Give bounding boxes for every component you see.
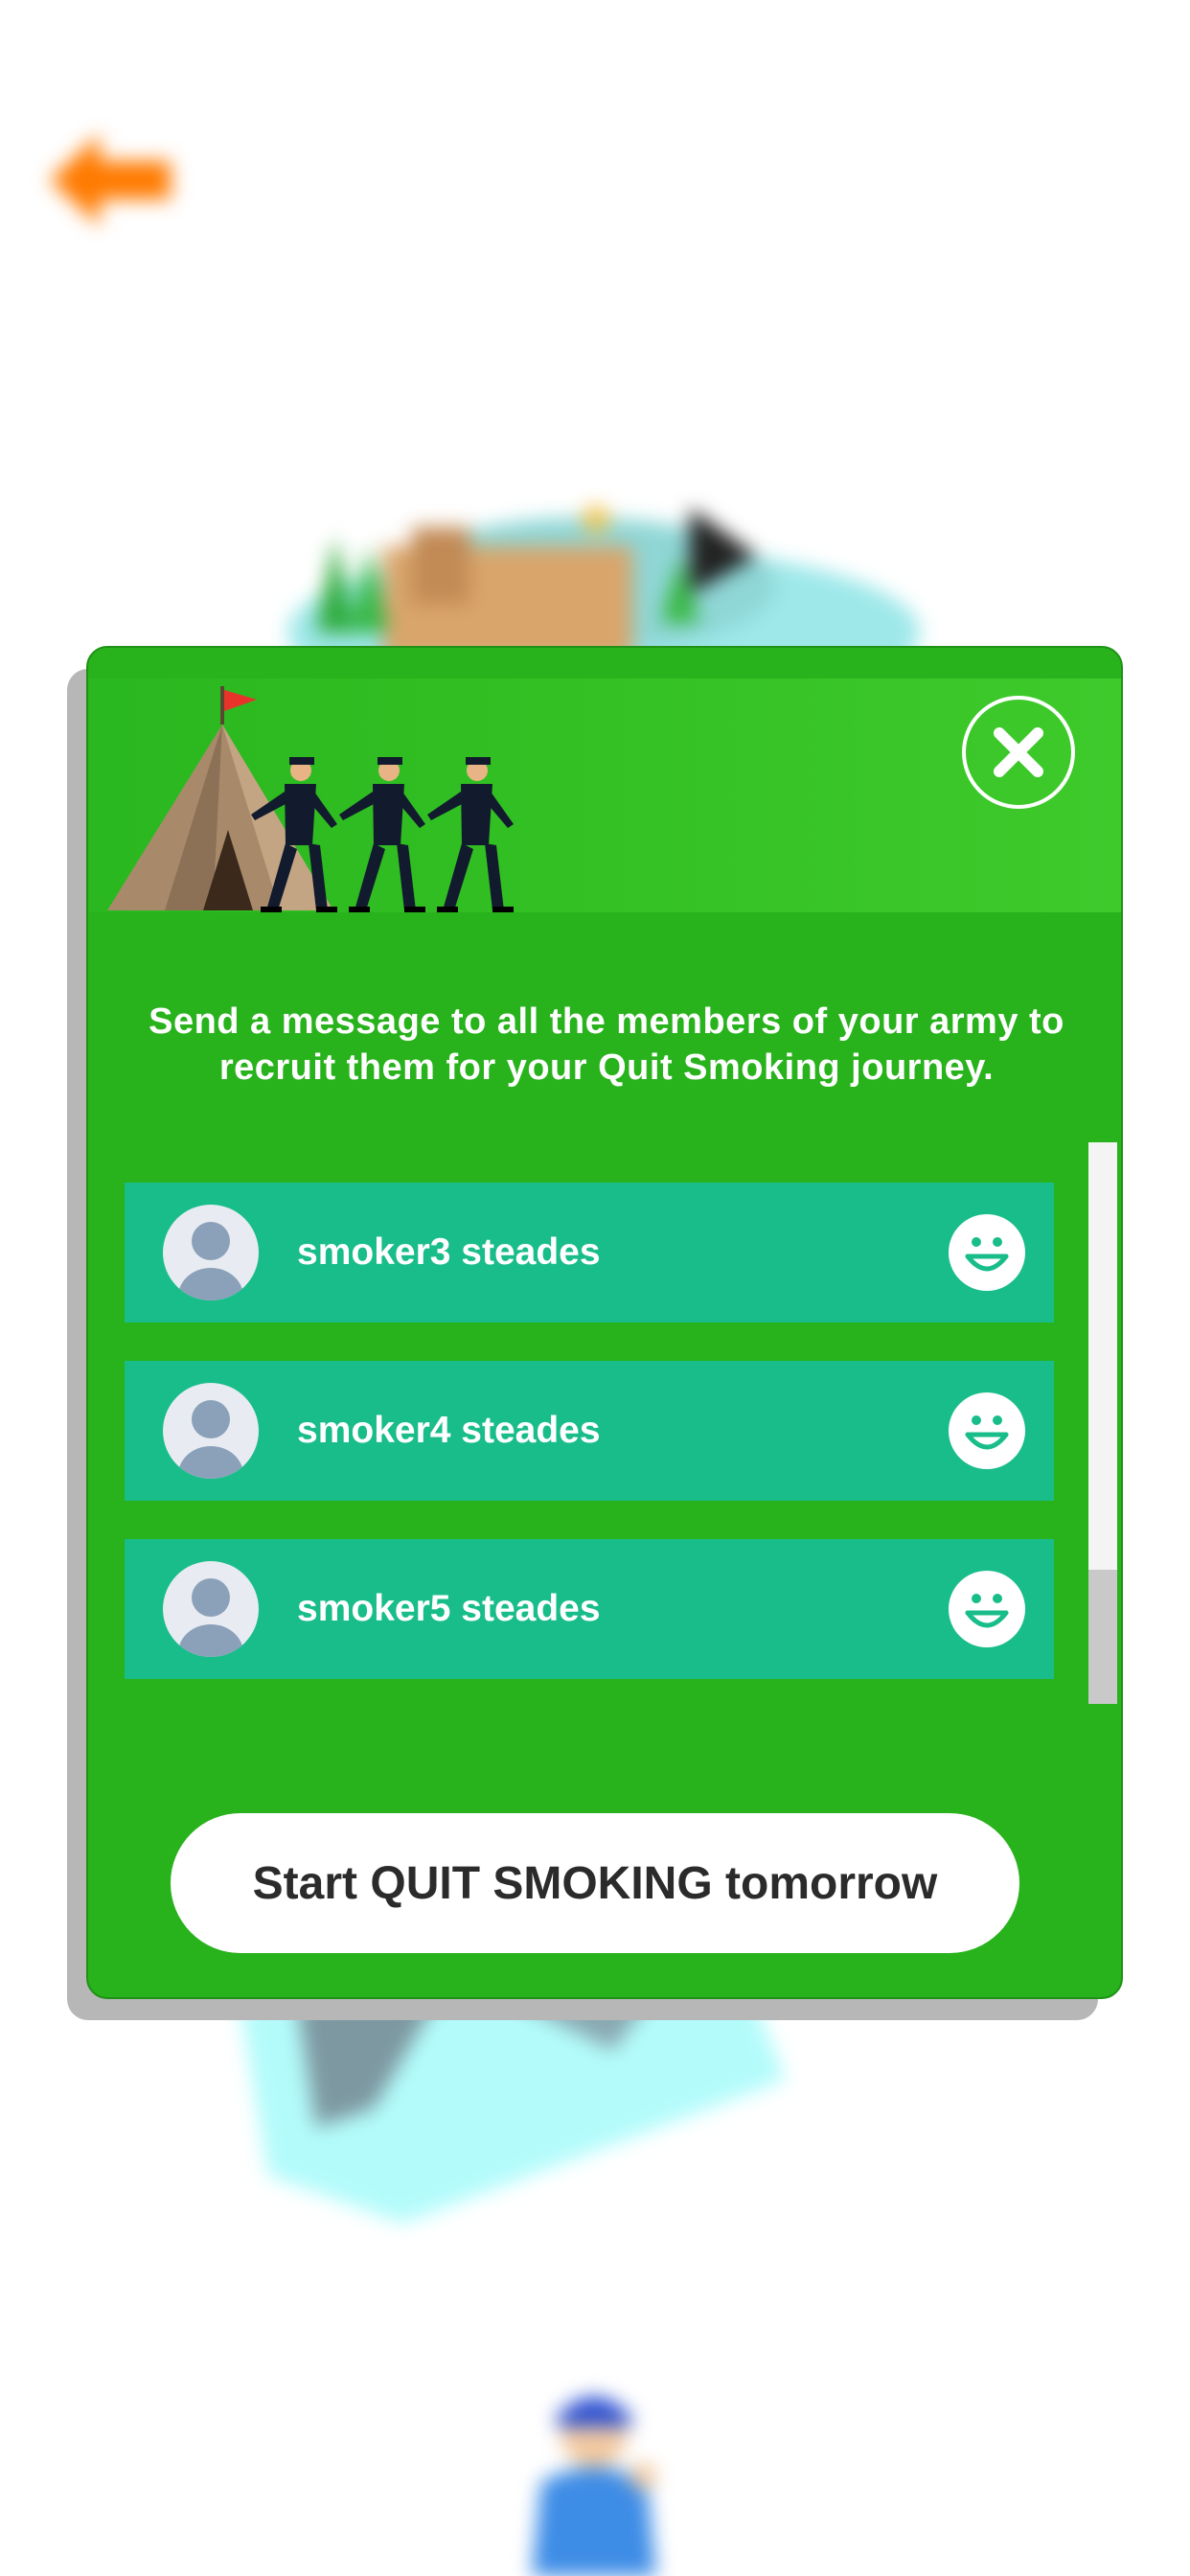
recruit-message: Send a message to all the members of you… [149,1001,1064,1088]
smiley-icon[interactable] [949,1571,1025,1647]
back-arrow-icon[interactable] [50,134,171,226]
close-icon [994,727,1043,777]
member-row[interactable]: smoker5 steades [125,1539,1054,1679]
scrollbar-thumb[interactable] [1088,1570,1117,1704]
recruit-army-dialog: Send a message to all the members of you… [86,646,1123,1999]
character-illustration [532,2397,656,2576]
member-row[interactable]: smoker4 steades [125,1361,1054,1501]
user-avatar-icon [163,1561,259,1657]
member-name: smoker5 steades [297,1588,601,1629]
member-list: smoker3 steades smoker4 steades smoker5 … [125,1183,1054,1717]
page: Send a message to all the members of you… [0,0,1190,2576]
member-name: smoker4 steades [297,1410,601,1451]
army-tent-illustration [107,686,514,912]
user-avatar-icon [163,1205,259,1300]
start-quit-smoking-button[interactable]: Start QUIT SMOKING tomorrow [171,1813,1019,1953]
close-button[interactable] [962,696,1075,809]
smiley-icon[interactable] [949,1392,1025,1469]
scrollbar[interactable] [1088,1142,1117,1704]
smiley-icon[interactable] [949,1214,1025,1291]
member-row[interactable]: smoker3 steades [125,1183,1054,1322]
member-name: smoker3 steades [297,1231,601,1273]
user-avatar-icon [163,1383,259,1479]
